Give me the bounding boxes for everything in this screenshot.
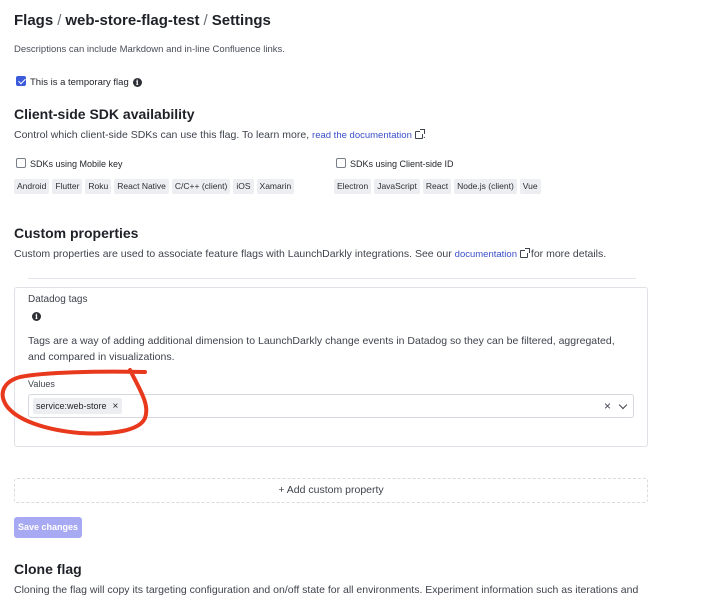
sdk-chip: Android: [14, 179, 50, 194]
save-changes-button[interactable]: Save changes: [14, 517, 82, 538]
sdk-section-title: Client-side SDK availability: [14, 106, 195, 122]
property-info: i: [28, 306, 41, 324]
custom-properties-text-end: for more details.: [530, 248, 607, 260]
sdk-chip: Vue: [519, 179, 541, 194]
sdk-chip: iOS: [233, 179, 254, 194]
documentation-link[interactable]: documentation: [455, 249, 517, 260]
external-link-icon: [414, 129, 425, 139]
property-name: Datadog tags: [28, 294, 88, 305]
custom-properties-title: Custom properties: [14, 225, 139, 241]
client-sdk-checkbox[interactable]: [336, 158, 346, 168]
mobile-sdk-label[interactable]: SDKs using Mobile key: [30, 159, 123, 169]
sdk-chip: React Native: [114, 179, 169, 194]
client-sdk-chips: Electron JavaScript React Node.js (clien…: [334, 179, 541, 194]
values-label: Values: [28, 379, 55, 389]
sdk-chip: Xamarin: [256, 179, 295, 194]
sdk-chip: Electron: [334, 179, 372, 194]
value-token: service:web-store ×: [33, 398, 123, 414]
sdk-chip: React: [422, 179, 452, 194]
breadcrumb-flag-name[interactable]: web-store-flag-test: [65, 12, 199, 29]
breadcrumb: Flags / web-store-flag-test / Settings: [14, 12, 271, 29]
read-docs-link[interactable]: read the documentation: [312, 130, 412, 141]
property-description-line: Tags are a way of adding additional dime…: [28, 335, 615, 347]
value-token-label: service:web-store: [36, 401, 107, 411]
sdk-chip: JavaScript: [374, 179, 420, 194]
sdk-chip: Flutter: [52, 179, 83, 194]
values-input[interactable]: service:web-store × ×: [28, 394, 634, 418]
sdk-chip: Roku: [85, 179, 112, 194]
mobile-sdk-option: SDKs using Mobile key: [16, 158, 123, 169]
custom-properties-description: Custom properties are used to associate …: [14, 248, 452, 260]
breadcrumb-current: Settings: [211, 12, 271, 29]
sdk-section-text: Control which client-side SDKs can use t…: [14, 129, 426, 141]
temporary-flag-label[interactable]: This is a temporary flag: [30, 77, 129, 88]
info-icon[interactable]: i: [32, 312, 41, 321]
clone-flag-text: Cloning the flag will copy its targeting…: [14, 584, 639, 596]
add-custom-property-button[interactable]: + Add custom property: [14, 478, 648, 503]
custom-properties-text: Custom properties are used to associate …: [14, 248, 606, 260]
divider: [28, 278, 636, 279]
mobile-sdk-chips: Android Flutter Roku React Native C/C++ …: [14, 179, 295, 194]
property-description-line: and compared in visualizations.: [28, 351, 175, 363]
sdk-chip: C/C++ (client): [171, 179, 231, 194]
breadcrumb-separator: /: [57, 12, 62, 29]
breadcrumb-separator: /: [203, 12, 208, 29]
temporary-flag-row: This is a temporary flag i: [16, 76, 142, 88]
clone-flag-title: Clone flag: [14, 561, 82, 577]
remove-token-icon[interactable]: ×: [113, 401, 119, 412]
clear-icon[interactable]: ×: [604, 399, 611, 413]
mobile-sdk-checkbox[interactable]: [16, 158, 26, 168]
temporary-flag-checkbox[interactable]: [16, 76, 26, 86]
info-icon[interactable]: i: [132, 78, 142, 87]
description-hint: Descriptions can include Markdown and in…: [14, 44, 285, 55]
sdk-section-description: Control which client-side SDKs can use t…: [14, 129, 310, 141]
breadcrumb-flags[interactable]: Flags: [14, 12, 53, 29]
chevron-down-icon[interactable]: [618, 400, 628, 410]
external-link-icon: [519, 248, 530, 258]
sdk-chip: Node.js (client): [454, 179, 517, 194]
property-description: Tags are a way of adding additional dime…: [28, 333, 615, 365]
client-sdk-label[interactable]: SDKs using Client-side ID: [350, 159, 454, 169]
client-sdk-option: SDKs using Client-side ID: [336, 158, 454, 169]
custom-property-panel: [14, 287, 648, 447]
